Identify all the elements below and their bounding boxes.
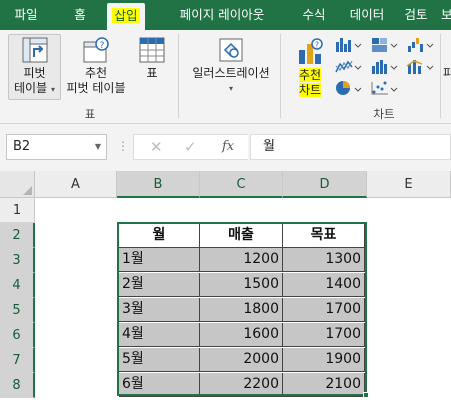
column-header-d[interactable]: D [283, 171, 367, 198]
chevron-down-icon: ▾ [50, 85, 55, 94]
table-icon [139, 37, 165, 63]
row-header-8[interactable]: 8 [0, 373, 35, 398]
column-chart-icon[interactable] [336, 38, 362, 52]
pivot-table-label-2: 테이블 ▾ [14, 81, 55, 95]
waterfall-chart-icon[interactable] [408, 38, 434, 52]
table-cell[interactable]: 1700 [283, 323, 365, 347]
table-cell[interactable]: 2200 [200, 373, 283, 397]
column-header-e[interactable]: E [367, 171, 451, 198]
recommended-charts-label-1: 추천 [298, 68, 322, 82]
row-header-4[interactable]: 4 [0, 273, 35, 298]
recommended-charts-icon: ? [299, 38, 323, 64]
formula-bar-splitter[interactable]: ⋮ [117, 136, 129, 156]
ribbon-panel: 피벗 테이블 ▾ ? 추천 피벗 테이블 표 표 일러스트레이션 ▾ ? 추천 … [0, 30, 451, 124]
name-box[interactable]: B2 ▼ [6, 134, 107, 160]
table-cell[interactable]: 5월 [119, 348, 200, 372]
hierarchy-chart-icon[interactable] [372, 38, 398, 52]
table-label: 표 [146, 66, 158, 80]
recommended-pivot-icon: ? [83, 37, 109, 63]
table-cell[interactable]: 1600 [200, 323, 283, 347]
row-header-5[interactable]: 5 [0, 298, 35, 323]
row-header-2[interactable]: 2 [0, 223, 35, 248]
table-cell[interactable]: 1800 [200, 298, 283, 322]
table-cell[interactable]: 2월 [119, 273, 200, 297]
pivot-table-icon [22, 37, 47, 63]
formula-bar: B2 ▼ ⋮ ✕ ✓ fx 월 [0, 124, 451, 171]
chart-group-label: 차트 [373, 107, 395, 121]
chevron-down-icon[interactable]: ▼ [95, 135, 101, 159]
pivot-table-button-content[interactable]: 피벗 테이블 ▾ [8, 36, 61, 97]
tab-formulas[interactable]: 수식 [296, 0, 332, 30]
formula-bar-buttons: ✕ ✓ fx [133, 134, 248, 160]
table-header-cell[interactable]: 월 [119, 224, 200, 248]
enter-icon[interactable]: ✓ [184, 135, 197, 159]
table-cell[interactable]: 1400 [283, 273, 365, 297]
table-cell[interactable]: 1700 [283, 298, 365, 322]
tab-insert[interactable]: 삽입 [107, 3, 145, 30]
recommended-pivot-button[interactable]: ? 추천 피벗 테이블 [62, 36, 130, 96]
table-cell[interactable]: 1200 [200, 248, 283, 272]
chart-gallery [335, 38, 434, 95]
line-chart-icon[interactable] [335, 60, 362, 73]
tab-file[interactable]: 파일 [8, 0, 44, 30]
table-header-cell[interactable]: 매출 [200, 224, 283, 248]
tab-review[interactable]: 검토 [399, 0, 433, 30]
row-header-3[interactable]: 3 [0, 248, 35, 273]
table-cell[interactable]: 2000 [200, 348, 283, 372]
select-all-button[interactable] [0, 171, 35, 198]
chevron-down-icon: ▾ [228, 84, 233, 93]
tab-home[interactable]: 홈 [66, 0, 94, 30]
tab-view-partial[interactable]: 보 [441, 0, 451, 30]
tab-data[interactable]: 데이터 [343, 0, 391, 30]
group-separator [178, 34, 179, 118]
row-header-6[interactable]: 6 [0, 323, 35, 348]
select-all-triangle-icon [23, 186, 32, 195]
table-header-cell[interactable]: 목표 [283, 224, 365, 248]
table-cell[interactable]: 2100 [283, 373, 365, 397]
recommended-charts-label-2: 차트 [298, 83, 322, 97]
recommended-pivot-label-1: 추천 [84, 66, 108, 80]
table-cell[interactable]: 1500 [200, 273, 283, 297]
fill-handle[interactable] [363, 392, 369, 398]
row-header-1[interactable]: 1 [0, 198, 35, 223]
column-header-c[interactable]: C [200, 171, 283, 198]
group-separator [280, 34, 281, 118]
svg-text:?: ? [100, 41, 105, 51]
pivot-table-label-1: 피벗 [23, 66, 46, 80]
table-cell[interactable]: 1300 [283, 248, 365, 272]
table-cell[interactable]: 6월 [119, 373, 200, 397]
tab-page-layout[interactable]: 페이지 레이아웃 [160, 0, 284, 30]
pie-chart-icon[interactable] [336, 81, 362, 95]
table-button[interactable]: 표 [134, 36, 170, 81]
row-header-7[interactable]: 7 [0, 348, 35, 373]
recommended-pivot-label-2: 피벗 테이블 [66, 81, 126, 95]
ribbon-tab-bar: 파일 홈 삽입 페이지 레이아웃 수식 데이터 검토 보 [0, 0, 451, 30]
illustrations-button[interactable]: 일러스트레이션 ▾ [186, 36, 276, 96]
column-header-b[interactable]: B [117, 171, 200, 198]
recommended-charts-button[interactable]: ? 추천 차트 [290, 36, 330, 98]
table-group-label: 표 [84, 107, 96, 121]
table-cell[interactable]: 4월 [119, 323, 200, 347]
scatter-chart-icon[interactable] [371, 81, 398, 95]
formula-input[interactable]: 월 [250, 134, 451, 160]
cancel-icon[interactable]: ✕ [150, 135, 163, 159]
group-separator [440, 34, 441, 118]
table-cell[interactable]: 1900 [283, 348, 365, 372]
illustrations-icon [219, 38, 243, 62]
name-box-value: B2 [13, 139, 31, 154]
column-header-a[interactable]: A [35, 171, 117, 198]
table-cell[interactable]: 3월 [119, 298, 200, 322]
next-group-partial-label: 파 [443, 66, 451, 80]
worksheet-grid: A B C D E 1 2 3 4 5 6 7 8 월 매출 목표 1월 120… [0, 171, 451, 405]
statistic-chart-icon[interactable] [372, 60, 398, 74]
illustrations-label: 일러스트레이션 [192, 66, 270, 80]
combo-chart-icon[interactable] [406, 60, 434, 74]
svg-text:?: ? [315, 41, 319, 50]
table-cell[interactable]: 1월 [119, 248, 200, 272]
insert-function-icon[interactable]: fx [222, 135, 234, 159]
tab-insert-label: 삽입 [112, 8, 140, 23]
